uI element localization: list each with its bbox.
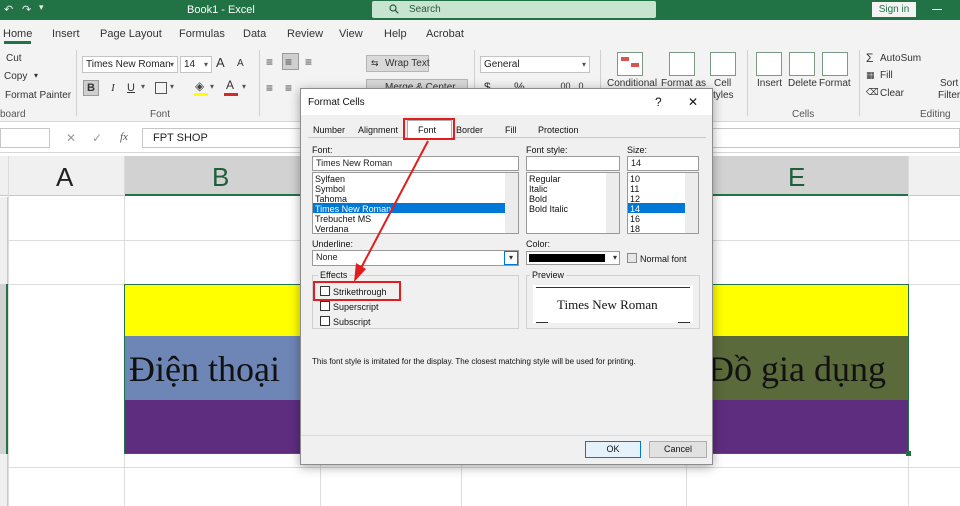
excel-window: ↶ ↷ ▾ Book1 - Excel Search Sign in Home … [0, 0, 960, 506]
annotation-arrow [354, 140, 429, 282]
